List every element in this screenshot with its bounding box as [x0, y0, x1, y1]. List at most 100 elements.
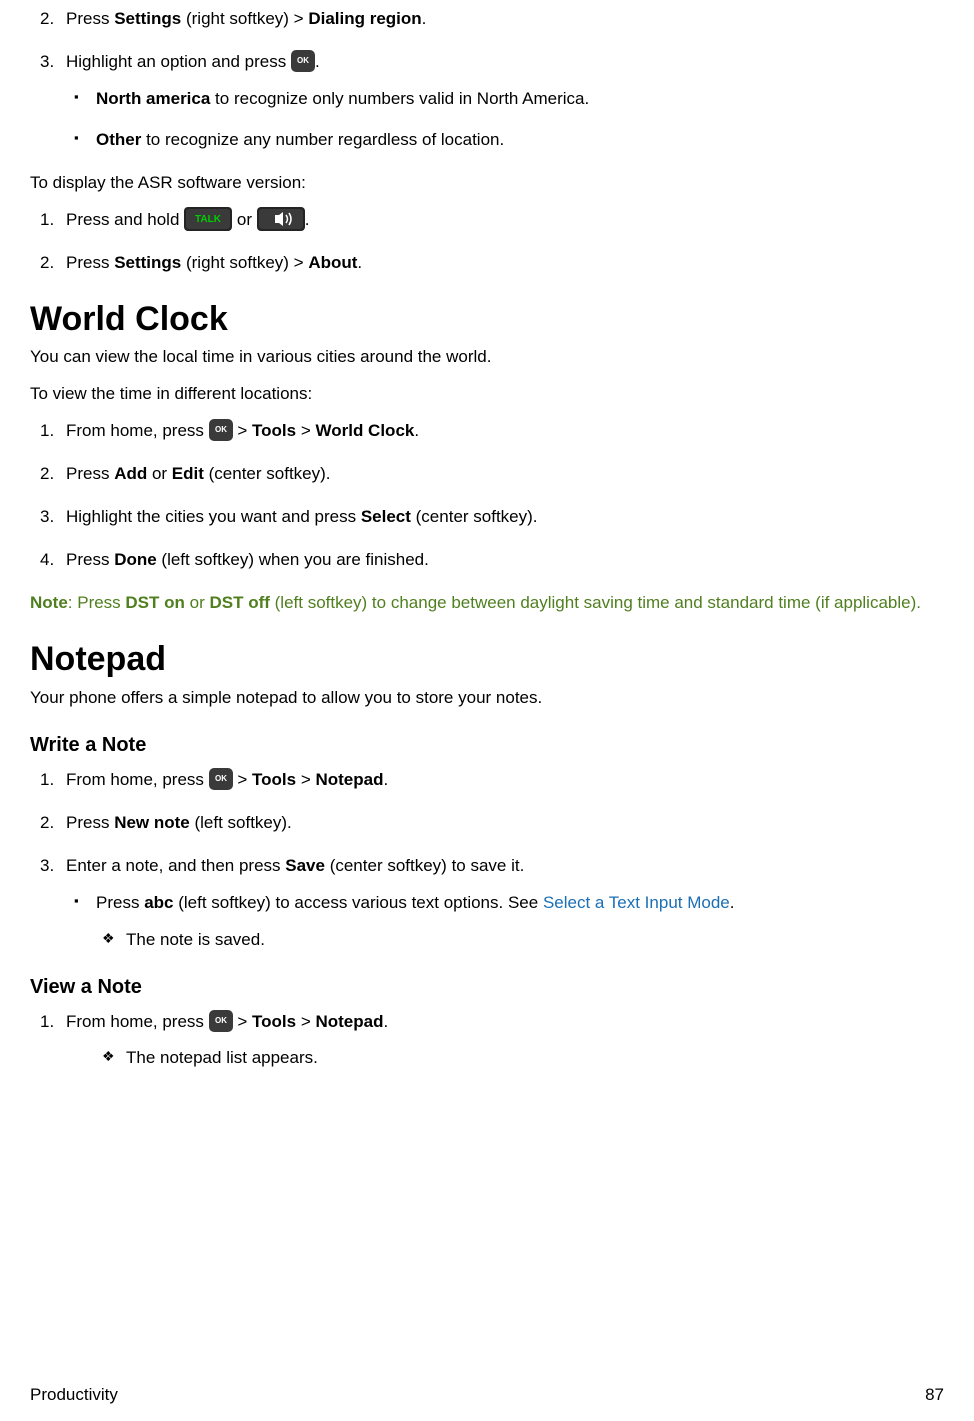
speaker-button-icon [257, 207, 305, 231]
asr-intro: To display the ASR software version: [30, 172, 944, 195]
bold: Settings [114, 9, 181, 28]
heading-view-note: View a Note [30, 974, 944, 1001]
steps-world-clock: From home, press OK > Tools > World Cloc… [30, 420, 944, 572]
text: From home, press [66, 770, 209, 789]
svg-text:OK: OK [215, 774, 227, 783]
steps-dialing-region: Press Settings (right softkey) > Dialing… [30, 8, 944, 152]
text: Press [66, 253, 114, 272]
bold: Save [285, 856, 325, 875]
text: Enter a note, and then press [66, 856, 285, 875]
bold: Select [361, 507, 411, 526]
text: Highlight an option and press [66, 52, 291, 71]
text: (right softkey) > [181, 253, 308, 272]
dst-note: Note: Press DST on or DST off (left soft… [30, 592, 944, 615]
sub-bullets: Press abc (left softkey) to access vario… [66, 892, 944, 952]
page-footer: Productivity 87 [30, 1384, 944, 1407]
steps-asr: Press and hold TALK or . Press Settings … [30, 209, 944, 275]
text: . [383, 1012, 388, 1031]
text: > [233, 770, 252, 789]
text: or [232, 210, 257, 229]
text: (left softkey) to access various text op… [173, 893, 542, 912]
text: (right softkey) > [181, 9, 308, 28]
world-clock-intro: You can view the local time in various c… [30, 346, 944, 369]
sub-bullets: North america to recognize only numbers … [66, 88, 944, 152]
step-3: Enter a note, and then press Save (cente… [66, 855, 944, 952]
bold: abc [144, 893, 173, 912]
text: > [296, 421, 315, 440]
bold: Edit [172, 464, 204, 483]
text: to recognize only numbers valid in North… [210, 89, 589, 108]
footer-page-number: 87 [925, 1384, 944, 1407]
bold: Tools [252, 770, 296, 789]
text: . [730, 893, 735, 912]
text: or [185, 593, 210, 612]
svg-text:OK: OK [215, 425, 227, 434]
bold: Tools [252, 1012, 296, 1031]
link-text-input-mode[interactable]: Select a Text Input Mode [543, 893, 730, 912]
step-3: Highlight the cities you want and press … [66, 506, 944, 529]
bold: Other [96, 130, 141, 149]
step-1: From home, press OK > Tools > Notepad. T… [66, 1011, 944, 1071]
bold: DST on [125, 593, 185, 612]
page-content: Press Settings (right softkey) > Dialing… [30, 0, 944, 1070]
text: . [383, 770, 388, 789]
text: Press [66, 464, 114, 483]
footer-section: Productivity [30, 1384, 118, 1407]
step-4: Press Done (left softkey) when you are f… [66, 549, 944, 572]
bold: DST off [209, 593, 269, 612]
heading-notepad: Notepad [30, 637, 944, 683]
text: to recognize any number regardless of lo… [141, 130, 504, 149]
result-saved: The note is saved. [126, 929, 944, 952]
step-2: Press Add or Edit (center softkey). [66, 463, 944, 486]
text: . [414, 421, 419, 440]
text: From home, press [66, 1012, 209, 1031]
heading-write-note: Write a Note [30, 732, 944, 759]
ok-button-icon: OK [209, 768, 233, 790]
heading-world-clock: World Clock [30, 297, 944, 343]
text: Press [66, 813, 114, 832]
text: : Press [68, 593, 126, 612]
ok-button-icon: OK [209, 1010, 233, 1032]
text: > [296, 770, 315, 789]
bullet-abc: Press abc (left softkey) to access vario… [96, 892, 944, 952]
text: . [357, 253, 362, 272]
text: Highlight the cities you want and press [66, 507, 361, 526]
result-list: The note is saved. [96, 929, 944, 952]
svg-text:OK: OK [215, 1016, 227, 1025]
text: Press [66, 550, 114, 569]
ok-button-icon: OK [291, 50, 315, 72]
step-3: Highlight an option and press OK. North … [66, 51, 944, 152]
bullet-other: Other to recognize any number regardless… [96, 129, 944, 152]
text: (center softkey) to save it. [325, 856, 524, 875]
bold: New note [114, 813, 190, 832]
text: From home, press [66, 421, 209, 440]
ok-button-icon: OK [209, 419, 233, 441]
bold: Add [114, 464, 147, 483]
text: (center softkey). [411, 507, 538, 526]
bold: Notepad [315, 1012, 383, 1031]
step-1: Press and hold TALK or . [66, 209, 944, 232]
text: Press [96, 893, 144, 912]
step-1: From home, press OK > Tools > World Cloc… [66, 420, 944, 443]
text: . [305, 210, 310, 229]
step-2: Press New note (left softkey). [66, 812, 944, 835]
steps-view-note: From home, press OK > Tools > Notepad. T… [30, 1011, 944, 1071]
text: Press and hold [66, 210, 184, 229]
text: or [147, 464, 172, 483]
text: Press [66, 9, 114, 28]
svg-text:OK: OK [297, 56, 309, 65]
result-list: The notepad list appears. [66, 1047, 944, 1070]
result-list-appears: The notepad list appears. [126, 1047, 944, 1070]
talk-button-icon: TALK [184, 207, 232, 231]
notepad-intro: Your phone offers a simple notepad to al… [30, 687, 944, 710]
step-1: From home, press OK > Tools > Notepad. [66, 769, 944, 792]
bold: Done [114, 550, 157, 569]
text: (left softkey). [190, 813, 292, 832]
bold: North america [96, 89, 210, 108]
bold: Notepad [315, 770, 383, 789]
svg-text:TALK: TALK [195, 214, 222, 225]
bullet-north-america: North america to recognize only numbers … [96, 88, 944, 111]
text: (center softkey). [204, 464, 331, 483]
text: (left softkey) to change between dayligh… [270, 593, 921, 612]
bold: Settings [114, 253, 181, 272]
